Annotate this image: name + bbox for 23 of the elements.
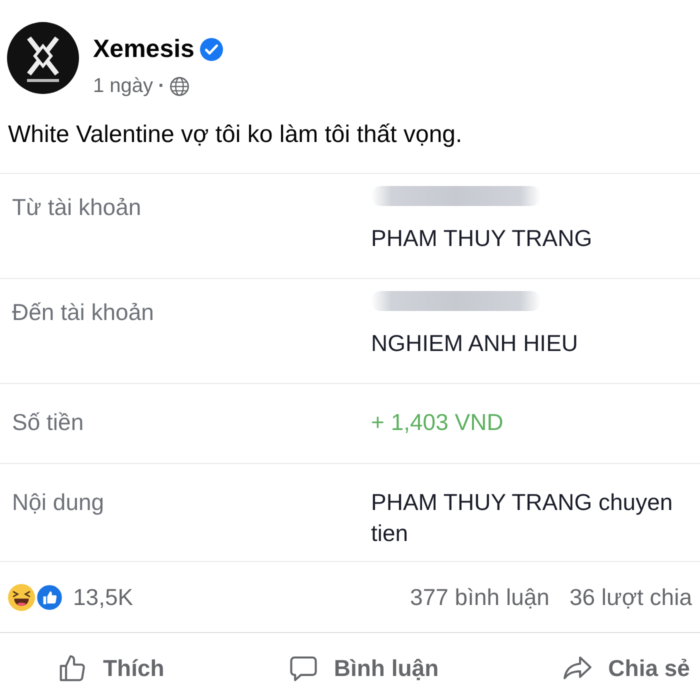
post-text: White Valentine vợ tôi ko làm tôi thất vọng. [8,120,464,150]
separator-dot: · [158,74,165,99]
thumbs-up-icon [57,653,88,684]
thumbs-up-reaction-icon [36,584,63,610]
author-name-link[interactable]: Xemesis [93,34,194,64]
comment-count-link[interactable]: 377 bình luận [410,583,550,611]
field-label: Từ tài khoản [12,193,142,222]
transfer-note: PHAM THUY TRANG chuyen tien [371,488,674,548]
globe-icon [170,76,189,96]
field-label: Nội dung [12,488,106,517]
laughing-emoji-icon [8,584,35,610]
account-name: PHAM THUY TRANG [371,224,592,253]
field-label: Số tiền [12,408,85,437]
like-button[interactable]: Thích [57,653,164,684]
reaction-count[interactable]: 13,5K [73,583,134,611]
share-button[interactable]: Chia sẻ [562,653,690,684]
post-time-link[interactable]: 1 ngày [93,73,154,99]
account-name: NGHIEM ANH HIEU [371,329,578,358]
amount-value: + 1,403 VND [371,408,504,437]
field-label: Đến tài khoản [12,298,155,327]
share-count-link[interactable]: 36 lượt chia [569,583,692,611]
comment-button[interactable]: Bình luận [288,653,439,684]
logo-avatar-icon[interactable] [7,22,79,94]
